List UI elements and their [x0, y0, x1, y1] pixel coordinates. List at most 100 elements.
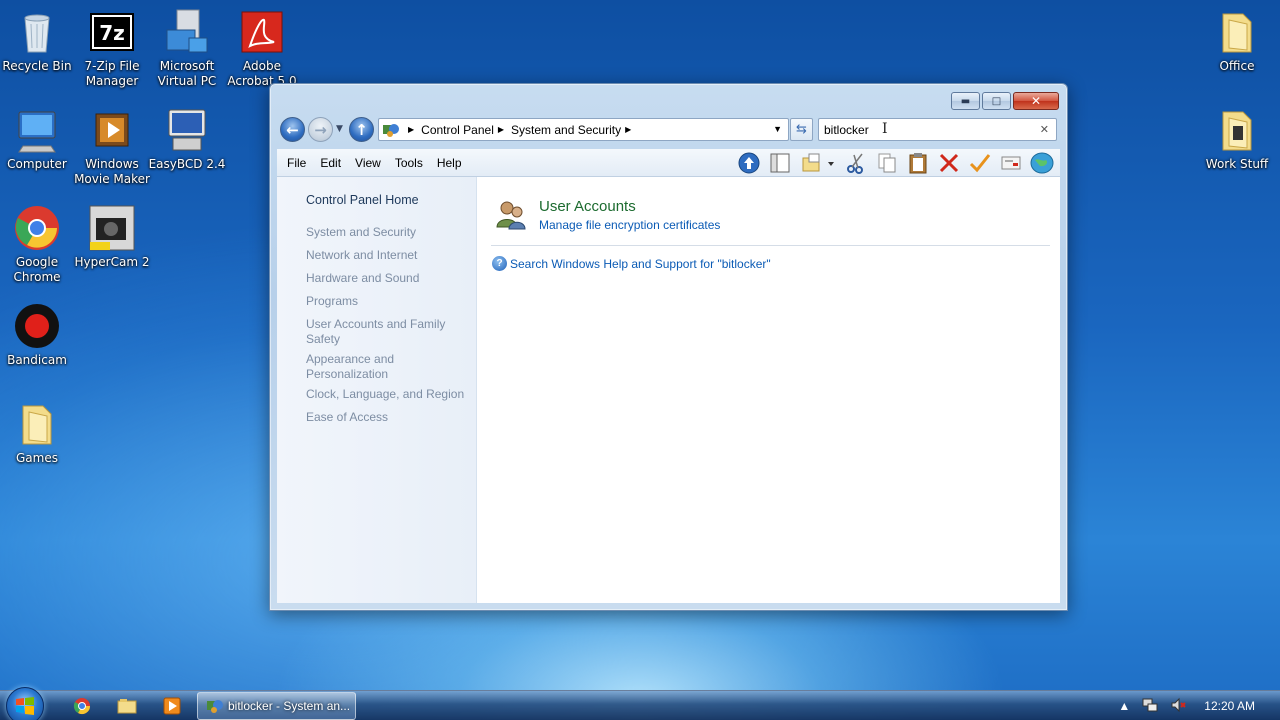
toolbar-delete-button[interactable] [937, 151, 961, 175]
desktop-icon-bandicam[interactable]: Bandicam [0, 302, 77, 368]
desktop-icon-adobe-acrobat[interactable]: Adobe Acrobat 5.0 [222, 8, 302, 89]
user-accounts-heading[interactable]: User Accounts [539, 198, 636, 215]
show-hidden-icons-button[interactable]: ▲ [1118, 699, 1130, 713]
navigation-bar: ← → ▼ ↑ ▶ Control Panel ▶ System and Sec… [278, 115, 1059, 143]
menu-file[interactable]: File [287, 156, 306, 170]
minimize-button[interactable]: ▬ [951, 92, 980, 110]
taskbar: bitlocker - System an... ▲ 12:20 AM [0, 687, 1280, 720]
category-user-accounts[interactable]: User Accounts and Family Safety [306, 317, 456, 347]
search-help-link[interactable]: Search Windows Help and Support for "bit… [510, 257, 771, 271]
acrobat-icon [238, 8, 286, 56]
breadcrumb-control-panel[interactable]: Control Panel [421, 123, 494, 137]
taskbar-active-window-label: bitlocker - System an... [228, 699, 351, 713]
desktop-icon-7zip[interactable]: 7z 7-Zip File Manager [72, 8, 152, 89]
category-ease-of-access[interactable]: Ease of Access [306, 410, 471, 425]
address-bar[interactable]: ▶ Control Panel ▶ System and Security ▶ … [378, 118, 789, 141]
toolbar-up-button[interactable] [737, 151, 761, 175]
desktop-icon-office[interactable]: Office [1197, 8, 1277, 74]
windows-logo-icon [16, 697, 34, 715]
forward-button[interactable]: → [308, 117, 333, 142]
taskbar-media-player-button[interactable] [150, 694, 194, 718]
desktop-icon-hypercam[interactable]: HyperCam 2 [72, 204, 152, 270]
category-hardware-and-sound[interactable]: Hardware and Sound [306, 271, 471, 286]
menu-view[interactable]: View [355, 156, 381, 170]
window-controls: ▬ □ ✕ [951, 92, 1059, 110]
desktop-icon-label: Google Chrome [13, 255, 61, 284]
category-appearance[interactable]: Appearance and Personalization [306, 352, 416, 382]
network-icon[interactable] [1142, 697, 1158, 716]
globe-icon [1030, 152, 1054, 174]
user-accounts-icon [495, 199, 527, 231]
chrome-icon [73, 698, 91, 715]
easybcd-icon [163, 106, 211, 154]
desktop-icon-easybcd[interactable]: EasyBCD 2.4 [147, 106, 227, 172]
checkmark-icon [969, 154, 991, 173]
toolbar-cut-button[interactable] [844, 151, 868, 175]
toolbar-undo-button[interactable] [968, 151, 992, 175]
menu-bar: File Edit View Tools Help [277, 149, 1060, 177]
maximize-icon: □ [991, 95, 1002, 107]
desktop-icon-games[interactable]: Games [0, 400, 77, 466]
refresh-button[interactable]: ⇆ [790, 118, 813, 141]
desktop-icon-recycle-bin[interactable]: Recycle Bin [0, 8, 77, 74]
start-button[interactable] [6, 687, 44, 720]
toolbar [737, 151, 1054, 175]
desktop-icon-label: Microsoft Virtual PC [157, 59, 217, 88]
taskbar-chrome-button[interactable] [60, 694, 104, 718]
menu-edit[interactable]: Edit [320, 156, 341, 170]
clock[interactable]: 12:20 AM [1204, 699, 1255, 713]
refresh-icon: ⇆ [796, 122, 807, 137]
toolbar-properties-button[interactable] [999, 151, 1023, 175]
toolbar-views-button[interactable] [799, 151, 837, 175]
toolbar-copy-button[interactable] [875, 151, 899, 175]
desktop-icon-google-chrome[interactable]: Google Chrome [0, 204, 77, 285]
breadcrumb-separator-icon[interactable]: ▶ [498, 125, 504, 134]
breadcrumb-system-and-security[interactable]: System and Security [511, 123, 621, 137]
search-help-row[interactable]: ? Search Windows Help and Support for "b… [492, 256, 771, 271]
7zip-icon: 7z [88, 8, 136, 56]
up-arrow-circle-icon [738, 152, 760, 174]
desktop-icon-label: Office [1219, 59, 1255, 73]
clipboard-icon [909, 153, 927, 174]
taskbar-active-window-button[interactable]: bitlocker - System an... [197, 692, 356, 720]
toolbar-paste-button[interactable] [906, 151, 930, 175]
category-network-and-internet[interactable]: Network and Internet [306, 248, 471, 263]
folder-icon [1213, 8, 1261, 56]
category-clock-language-region[interactable]: Clock, Language, and Region [306, 387, 471, 402]
breadcrumb-separator-icon[interactable]: ▶ [408, 125, 414, 134]
close-button[interactable]: ✕ [1013, 92, 1059, 110]
recent-pages-dropdown[interactable]: ▼ [336, 124, 343, 134]
folder-icon [13, 400, 61, 448]
views-icon [802, 153, 834, 172]
toolbar-globe-button[interactable] [1030, 151, 1054, 175]
control-panel-icon [207, 700, 223, 713]
taskbar-explorer-button[interactable] [105, 694, 149, 718]
desktop-icon-virtual-pc[interactable]: Microsoft Virtual PC [147, 8, 227, 89]
media-player-icon [163, 697, 181, 715]
desktop-icon-work-stuff[interactable]: Work Stuff [1197, 106, 1277, 172]
category-programs[interactable]: Programs [306, 294, 471, 309]
toolbar-pane-button[interactable] [768, 151, 792, 175]
manage-encryption-certificates-link[interactable]: Manage file encryption certificates [539, 218, 720, 232]
desktop-icon-computer[interactable]: Computer [0, 106, 77, 172]
desktop-icon-label: Computer [7, 157, 67, 171]
up-button[interactable]: ↑ [349, 117, 374, 142]
movie-maker-icon [88, 106, 136, 154]
volume-muted-icon[interactable] [1170, 697, 1187, 716]
menu-help[interactable]: Help [437, 156, 462, 170]
back-button[interactable]: ← [280, 117, 305, 142]
clear-search-icon[interactable]: ✕ [1040, 123, 1049, 136]
virtual-pc-icon [163, 8, 211, 56]
system-tray: ▲ 12:20 AM [1118, 691, 1280, 720]
search-input-value: bitlocker [824, 122, 869, 137]
menu-tools[interactable]: Tools [395, 156, 423, 170]
desktop-icon-movie-maker[interactable]: Windows Movie Maker [72, 106, 152, 187]
address-dropdown-icon[interactable]: ▼ [773, 124, 782, 134]
search-input[interactable]: bitlocker I ✕ [818, 118, 1057, 141]
hypercam-icon [88, 204, 136, 252]
category-system-and-security[interactable]: System and Security [306, 225, 471, 240]
close-icon: ✕ [1030, 94, 1042, 108]
control-panel-home-link[interactable]: Control Panel Home [306, 193, 419, 207]
maximize-button[interactable]: □ [982, 92, 1011, 110]
breadcrumb-separator-icon[interactable]: ▶ [625, 125, 631, 134]
